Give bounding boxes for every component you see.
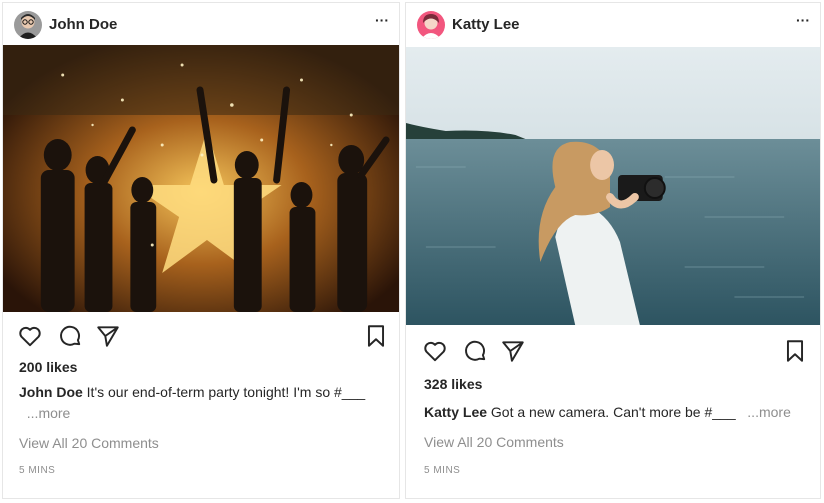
caption-more-link[interactable]: ...more [27,405,71,421]
caption-more-link[interactable]: ...more [747,404,791,420]
likes-count[interactable]: 200 likes [19,359,77,375]
share-icon[interactable] [95,323,121,349]
party-photo[interactable] [3,45,399,312]
post-actions [3,323,399,353]
post-timestamp: 5 MINS [424,465,461,476]
post-card: Katty Lee ··· 328 likes Katty Lee Got a … [405,2,821,499]
view-comments-link[interactable]: View All 20 Comments [424,434,564,450]
heart-icon[interactable] [422,338,448,364]
post-timestamp: 5 MINS [19,465,56,476]
share-icon[interactable] [500,338,526,364]
post-caption: John Doe It's our end-of-term party toni… [19,382,387,424]
caption-username[interactable]: Katty Lee [424,404,487,420]
more-options-button[interactable]: ··· [375,13,389,27]
seaside-photographer-photo[interactable] [406,47,820,325]
bookmark-icon[interactable] [782,338,808,364]
likes-count[interactable]: 328 likes [424,376,482,392]
post-card: John Doe ··· 200 likes John Doe It's our… [2,2,400,499]
post-header: Katty Lee ··· [406,3,820,47]
post-actions [406,338,820,368]
bookmark-icon[interactable] [363,323,389,349]
more-options-button[interactable]: ··· [796,13,810,27]
avatar[interactable] [417,11,445,39]
username[interactable]: Katty Lee [452,16,520,33]
caption-username[interactable]: John Doe [19,384,83,400]
comment-icon[interactable] [57,323,83,349]
comment-icon[interactable] [462,338,488,364]
avatar[interactable] [14,11,42,39]
username[interactable]: John Doe [49,16,117,33]
post-caption: Katty Lee Got a new camera. Can't more b… [424,402,808,423]
heart-icon[interactable] [17,323,43,349]
post-header: John Doe ··· [3,3,399,47]
caption-text: Got a new camera. Can't more be #___ [487,404,736,420]
caption-text: It's our end-of-term party tonight! I'm … [82,384,366,400]
view-comments-link[interactable]: View All 20 Comments [19,435,159,451]
